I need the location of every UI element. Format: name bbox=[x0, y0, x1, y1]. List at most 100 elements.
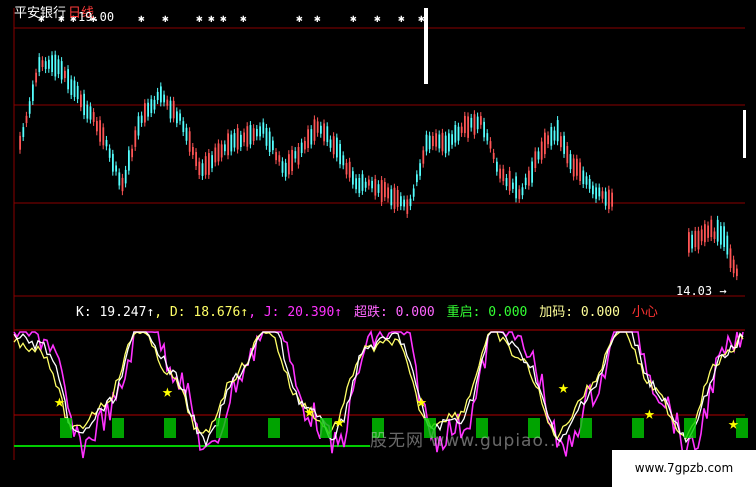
candle-body bbox=[150, 99, 153, 114]
candle-body bbox=[275, 152, 277, 161]
signal-dot: ✱ bbox=[208, 12, 215, 25]
candle-body bbox=[208, 153, 210, 175]
candle-body bbox=[121, 177, 124, 192]
candle-body bbox=[320, 125, 322, 134]
candle-body bbox=[76, 85, 79, 100]
price-low-label: 14.03 → bbox=[676, 284, 727, 298]
buy-star-marker: ★ bbox=[728, 413, 739, 434]
candle-body bbox=[736, 268, 738, 277]
chart-canvas[interactable]: ✱ ✱ ✱ ✱ ✱ ✱ ✱ ✱ ✱ ✱ ✱ ✱ ✱ ✱ ✱ ✱ ★ ★★ ★★★★ ★ bbox=[0, 0, 756, 487]
candle-body bbox=[457, 126, 460, 141]
candle-body bbox=[179, 113, 181, 121]
candle-body bbox=[368, 179, 370, 186]
oversold-bar bbox=[684, 418, 696, 438]
candle-body bbox=[140, 115, 143, 123]
candle-body bbox=[332, 136, 335, 155]
candle-body bbox=[460, 126, 463, 133]
candle-body bbox=[515, 176, 517, 199]
candle-body bbox=[563, 135, 565, 154]
candle-body bbox=[611, 192, 613, 207]
candle-body bbox=[550, 126, 553, 146]
signal-dot: ✱ bbox=[374, 12, 381, 25]
candle-body bbox=[54, 54, 57, 77]
signal-dot: ✱ bbox=[350, 12, 357, 25]
candle-body bbox=[323, 123, 325, 142]
candle-body bbox=[595, 187, 597, 199]
candle-body bbox=[716, 219, 719, 242]
candle-body bbox=[713, 231, 716, 240]
price-high-label: 19.00 bbox=[78, 10, 115, 24]
candle-body bbox=[64, 70, 66, 79]
candle-body bbox=[38, 57, 41, 73]
candle-body bbox=[310, 129, 313, 145]
candle-body bbox=[326, 126, 329, 143]
candle-body bbox=[531, 161, 533, 183]
candle-body bbox=[512, 182, 514, 189]
candle-body bbox=[204, 156, 207, 175]
candle-body bbox=[96, 120, 98, 132]
oversold-bar bbox=[216, 418, 228, 438]
candle-body bbox=[496, 161, 498, 172]
candle-body bbox=[284, 162, 287, 177]
candle-body bbox=[723, 226, 725, 248]
candle-body bbox=[278, 155, 281, 162]
candle-body bbox=[508, 170, 511, 191]
candle-body bbox=[726, 235, 729, 255]
candle-body bbox=[374, 178, 377, 196]
jiama-value: 加码: 0.000 bbox=[539, 305, 620, 320]
candle-body bbox=[57, 59, 60, 75]
candle-body bbox=[112, 153, 114, 172]
candle-body bbox=[499, 168, 501, 179]
candle-body bbox=[390, 189, 393, 206]
candle-body bbox=[307, 129, 309, 148]
candle-body bbox=[729, 248, 732, 268]
candle-body bbox=[281, 161, 284, 173]
candle-body bbox=[272, 140, 274, 151]
candle-body bbox=[540, 141, 543, 160]
candle-body bbox=[720, 226, 722, 245]
candle-body bbox=[243, 132, 245, 143]
price-pane-grid bbox=[13, 8, 745, 460]
right-edge-marker bbox=[743, 110, 746, 158]
oversold-bar bbox=[580, 418, 592, 438]
candle-body bbox=[41, 60, 44, 68]
oversold-bar bbox=[632, 418, 644, 438]
signal-dot: ✱ bbox=[220, 12, 227, 25]
candle-body bbox=[384, 182, 386, 198]
candle-body bbox=[348, 161, 351, 178]
candle-body bbox=[438, 134, 441, 149]
candle-body bbox=[262, 122, 265, 134]
candle-body bbox=[556, 120, 559, 142]
candle-body bbox=[313, 119, 316, 141]
candle-body bbox=[598, 187, 601, 197]
candle-body bbox=[473, 114, 476, 135]
candle-body bbox=[220, 144, 223, 158]
candle-body bbox=[688, 232, 690, 253]
candle-body bbox=[524, 177, 527, 186]
candle-body bbox=[454, 124, 457, 143]
candle-body bbox=[134, 130, 137, 147]
stock-name: 平安银行 bbox=[14, 6, 67, 21]
candle-body bbox=[176, 111, 178, 124]
candle-body bbox=[137, 116, 140, 136]
candle-body bbox=[92, 112, 95, 122]
candle-body bbox=[28, 101, 31, 114]
candle-body bbox=[227, 133, 229, 156]
candle-body bbox=[124, 169, 127, 184]
candle-body bbox=[163, 94, 165, 103]
candle-body bbox=[566, 146, 569, 164]
candle-body bbox=[291, 149, 293, 172]
candle-body bbox=[345, 162, 348, 175]
candle-body bbox=[105, 139, 108, 147]
candle-body bbox=[697, 230, 700, 250]
site-url-banner[interactable]: www.7gpzb.com bbox=[612, 450, 756, 487]
candle-body bbox=[428, 135, 431, 150]
candle-body bbox=[268, 131, 271, 152]
signal-dot: ✱ bbox=[398, 12, 405, 25]
candle-body bbox=[732, 259, 735, 274]
candle-body bbox=[336, 137, 338, 158]
candle-body bbox=[448, 133, 450, 152]
oversold-bar bbox=[164, 418, 176, 438]
candle-body bbox=[396, 189, 399, 207]
candle-body bbox=[128, 150, 130, 171]
